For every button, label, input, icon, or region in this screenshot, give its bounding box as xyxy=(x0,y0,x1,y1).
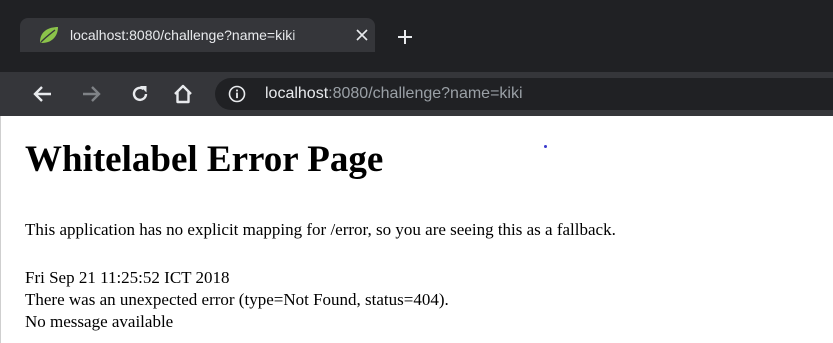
plus-icon[interactable] xyxy=(393,25,417,49)
arrow-right-icon[interactable] xyxy=(79,82,103,106)
page-title: Whitelabel Error Page xyxy=(25,139,384,180)
home-icon[interactable] xyxy=(171,82,195,106)
close-icon[interactable] xyxy=(352,25,372,45)
info-icon[interactable] xyxy=(228,85,246,103)
error-status: There was an unexpected error (type=Not … xyxy=(25,290,449,309)
arrow-left-icon[interactable] xyxy=(31,82,55,106)
reload-icon[interactable] xyxy=(128,82,152,106)
tab-strip: localhost:8080/challenge?name=kiki xyxy=(0,0,833,72)
page-content: Whitelabel Error Page This application h… xyxy=(0,116,833,343)
tab-title: localhost:8080/challenge?name=kiki xyxy=(70,27,296,43)
url-path: :8080/challenge?name=kiki xyxy=(328,85,523,102)
error-detail: No message available xyxy=(25,312,174,331)
browser-toolbar: localhost:8080/challenge?name=kiki xyxy=(0,72,833,116)
address-bar[interactable]: localhost:8080/challenge?name=kiki xyxy=(215,78,833,110)
spring-leaf-icon xyxy=(38,25,60,45)
browser-tab[interactable]: localhost:8080/challenge?name=kiki xyxy=(20,18,375,52)
error-message: This application has no explicit mapping… xyxy=(25,220,616,239)
stray-dot xyxy=(544,145,547,148)
url-host: localhost xyxy=(265,85,329,102)
error-timestamp: Fri Sep 21 11:25:52 ICT 2018 xyxy=(25,268,230,287)
url-text: localhost:8080/challenge?name=kiki xyxy=(265,78,523,110)
